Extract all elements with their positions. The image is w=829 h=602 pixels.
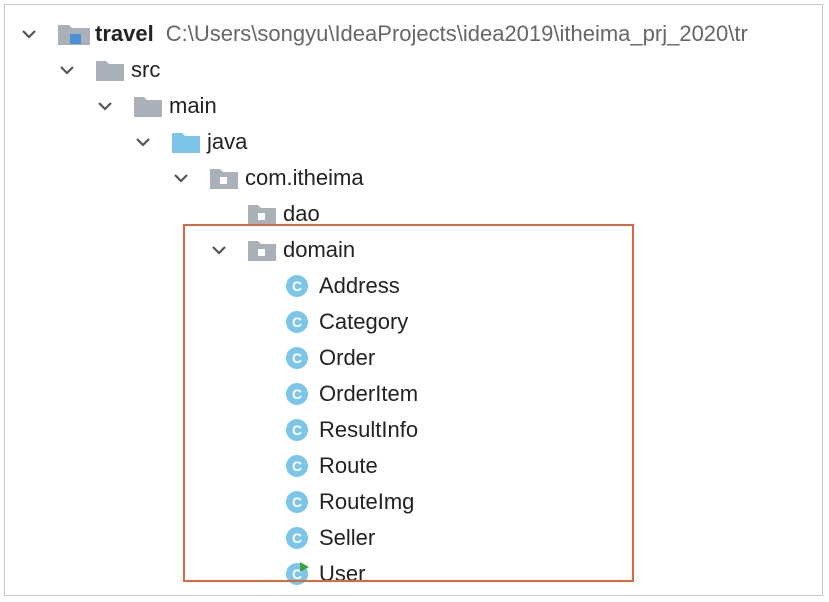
class-name: Category [319,309,409,334]
source-folder-icon [172,133,200,153]
class-icon: C [286,419,308,441]
class-icon: C [286,347,308,369]
tree-node-label: travel C:\Users\songyu\IdeaProjects\idea2… [95,21,748,46]
class-name: Address [319,273,400,298]
tree-node-class[interactable]: C User [5,556,822,592]
tree-node-label: dao [283,201,320,226]
tree-node-dao[interactable]: dao [5,196,822,232]
class-name: User [319,561,366,586]
svg-text:C: C [292,422,302,438]
class-name: ResultInfo [319,417,419,442]
class-icon: C [286,383,308,405]
svg-text:C: C [292,386,302,402]
class-icon: C [286,527,308,549]
tree-node-label: com.itheima [245,165,364,190]
tree-node-main[interactable]: main [5,88,822,124]
class-name: Route [319,453,378,478]
tree-node-class[interactable]: C Order [5,340,822,376]
tree-node-class[interactable]: C Seller [5,520,822,556]
runnable-class-icon: C [286,562,309,585]
package-icon [210,169,238,189]
module-path: C:\Users\songyu\IdeaProjects\idea2019\it… [165,21,748,46]
chevron-down-icon[interactable] [57,60,77,80]
project-tree: travel C:\Users\songyu\IdeaProjects\idea2… [5,5,822,595]
svg-text:C: C [292,458,302,474]
tree-node-class[interactable]: C ResultInfo [5,412,822,448]
svg-text:C: C [292,314,302,330]
tree-node-class[interactable]: C Category [5,304,822,340]
svg-text:C: C [292,530,302,546]
class-name: Seller [319,525,376,550]
chevron-down-icon[interactable] [171,168,191,188]
package-icon [248,205,276,225]
tree-node-java[interactable]: java [5,124,822,160]
tree-node-travel[interactable]: travel C:\Users\songyu\IdeaProjects\idea2… [5,16,822,52]
module-folder-icon [58,25,90,45]
svg-text:C: C [292,494,302,510]
tree-node-class[interactable]: C OrderItem [5,376,822,412]
svg-text:C: C [292,350,302,366]
chevron-down-icon[interactable] [19,24,39,44]
tree-node-domain[interactable]: domain [5,232,822,268]
tree-node-label: domain [283,237,356,262]
chevron-down-icon[interactable] [209,240,229,260]
package-icon [248,241,276,261]
tree-node-src[interactable]: src [5,52,822,88]
folder-icon [96,61,124,81]
tree-node-class[interactable]: C Route [5,448,822,484]
class-name: RouteImg [319,489,415,514]
class-icon: C [286,311,308,333]
class-icon: C [286,455,308,477]
class-icon: C [286,491,308,513]
class-name: OrderItem [319,381,419,406]
chevron-down-icon[interactable] [95,96,115,116]
tree-node-class[interactable]: C RouteImg [5,484,822,520]
tree-node-label: main [169,93,217,118]
tree-node-com-itheima[interactable]: com.itheima [5,160,822,196]
class-name: Order [319,345,376,370]
svg-text:C: C [292,278,302,294]
tree-node-class[interactable]: C Address [5,268,822,304]
tree-node-label: src [131,57,161,82]
folder-icon [134,97,162,117]
tree-node-label: java [207,129,248,154]
chevron-down-icon[interactable] [133,132,153,152]
project-tree-panel: travel C:\Users\songyu\IdeaProjects\idea2… [4,4,823,596]
class-icon: C [286,275,308,297]
